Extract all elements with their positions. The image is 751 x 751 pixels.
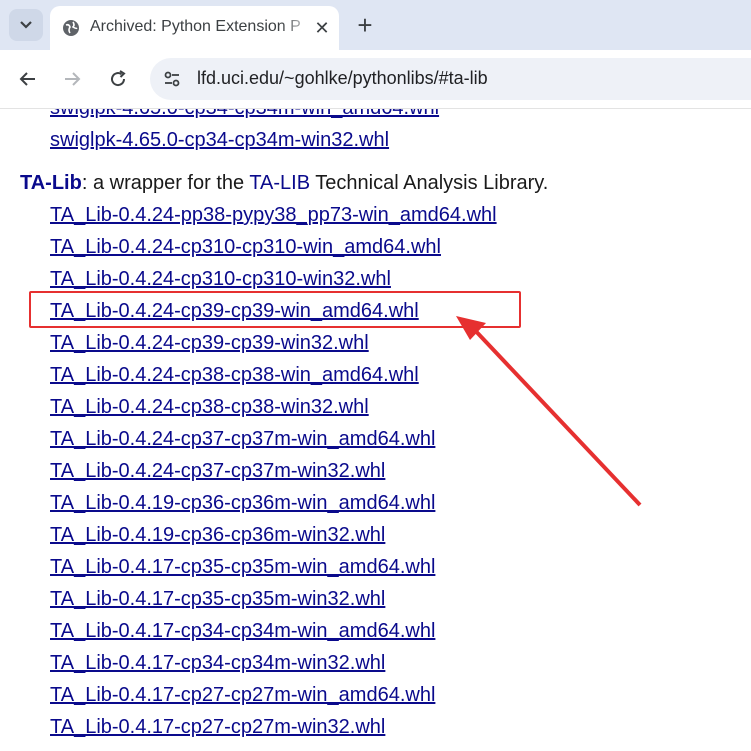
download-link[interactable]: TA_Lib-0.4.19-cp36-cp36m-win_amd64.whl xyxy=(50,492,435,515)
browser-tab[interactable]: Archived: Python Extension P ✕ xyxy=(50,6,339,50)
download-link[interactable]: TA_Lib-0.4.17-cp27-cp27m-win_amd64.whl xyxy=(50,684,435,707)
section-heading: TA-Lib: a wrapper for the TA-LIB Technic… xyxy=(20,172,548,195)
section-name[interactable]: TA-Lib xyxy=(20,172,82,194)
address-bar[interactable]: lfd.uci.edu/~gohlke/pythonlibs/#ta-lib xyxy=(150,58,751,100)
download-link[interactable]: TA_Lib-0.4.24-cp37-cp37m-win_amd64.whl xyxy=(50,428,435,451)
download-link[interactable]: TA_Lib-0.4.17-cp34-cp34m-win_amd64.whl xyxy=(50,620,435,643)
download-link[interactable]: TA_Lib-0.4.24-cp37-cp37m-win32.whl xyxy=(50,460,385,483)
download-link[interactable]: TA_Lib-0.4.24-cp39-cp39-win32.whl xyxy=(50,332,369,355)
section-desc-after: Technical Analysis Library. xyxy=(310,172,549,194)
tab-strip: Archived: Python Extension P ✕ + xyxy=(0,0,751,50)
new-tab-button[interactable]: + xyxy=(352,12,378,38)
back-button[interactable] xyxy=(16,67,40,91)
browser-toolbar: lfd.uci.edu/~gohlke/pythonlibs/#ta-lib xyxy=(0,50,751,109)
highlight-box xyxy=(29,291,521,328)
download-link[interactable]: TA_Lib-0.4.17-cp27-cp27m-win32.whl xyxy=(50,716,385,739)
download-link[interactable]: TA_Lib-0.4.24-cp38-cp38-win32.whl xyxy=(50,396,369,419)
download-link[interactable]: TA_Lib-0.4.24-cp310-cp310-win32.whl xyxy=(50,268,391,291)
close-tab-icon[interactable]: ✕ xyxy=(312,18,332,38)
download-link[interactable]: TA_Lib-0.4.24-pp38-pypy38_pp73-win_amd64… xyxy=(50,204,497,227)
chevron-down-icon xyxy=(20,21,32,29)
reload-button[interactable] xyxy=(106,67,130,91)
arrow-left-icon xyxy=(19,72,35,86)
download-link[interactable]: TA_Lib-0.4.24-cp38-cp38-win_amd64.whl xyxy=(50,364,419,387)
download-link[interactable]: TA_Lib-0.4.17-cp34-cp34m-win32.whl xyxy=(50,652,385,675)
url-text[interactable]: lfd.uci.edu/~gohlke/pythonlibs/#ta-lib xyxy=(197,68,488,89)
download-link[interactable]: TA_Lib-0.4.24-cp310-cp310-win_amd64.whl xyxy=(50,236,441,259)
download-link[interactable]: swiglpk-4.65.0-cp34-cp34m-win32.whl xyxy=(50,129,389,152)
tab-search-button[interactable] xyxy=(9,9,43,41)
ta-lib-link[interactable]: TA-LIB xyxy=(249,172,310,194)
download-link[interactable]: swiglpk-4.65.0-cp34-cp34m-win_amd64.whl xyxy=(50,109,439,120)
globe-icon xyxy=(63,20,79,36)
page-content: swiglpk-4.65.0-cp34-cp34m-win_amd64.whl … xyxy=(0,109,751,751)
section-desc-before: : a wrapper for the xyxy=(81,172,250,194)
download-link[interactable]: TA_Lib-0.4.17-cp35-cp35m-win32.whl xyxy=(50,588,385,611)
download-link[interactable]: TA_Lib-0.4.17-cp35-cp35m-win_amd64.whl xyxy=(50,556,435,579)
tab-title: Archived: Python Extension P xyxy=(90,18,301,35)
download-link[interactable]: TA_Lib-0.4.19-cp36-cp36m-win32.whl xyxy=(50,524,385,547)
reload-icon xyxy=(111,70,126,87)
arrow-right-icon xyxy=(65,72,81,86)
tab-title-fade xyxy=(280,14,316,42)
forward-button[interactable] xyxy=(60,67,84,91)
site-info-icon[interactable] xyxy=(162,69,182,89)
